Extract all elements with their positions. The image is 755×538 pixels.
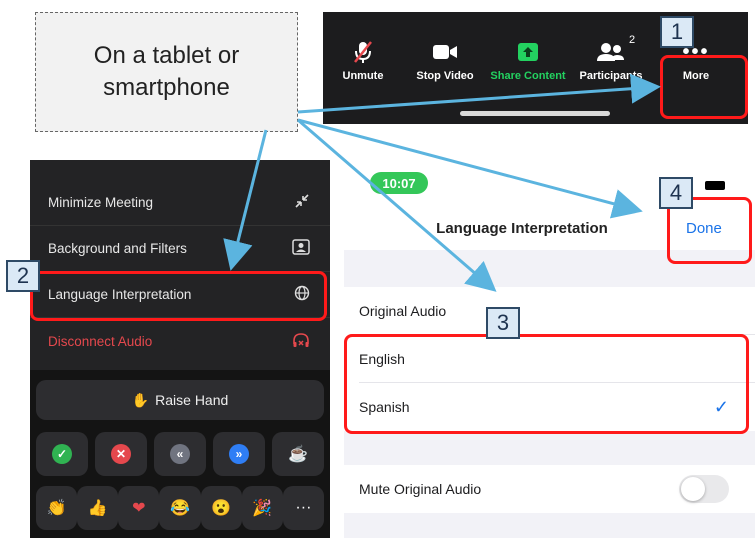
step-number-4: 4 [659,177,693,209]
annotation-arrows [223,73,661,292]
step-number-2: 2 [6,260,40,292]
arrow-to-more [297,73,661,114]
step-number-3: 3 [486,307,520,339]
arrow-to-language-interpretation [223,129,268,271]
step-number-1: 1 [660,16,694,48]
